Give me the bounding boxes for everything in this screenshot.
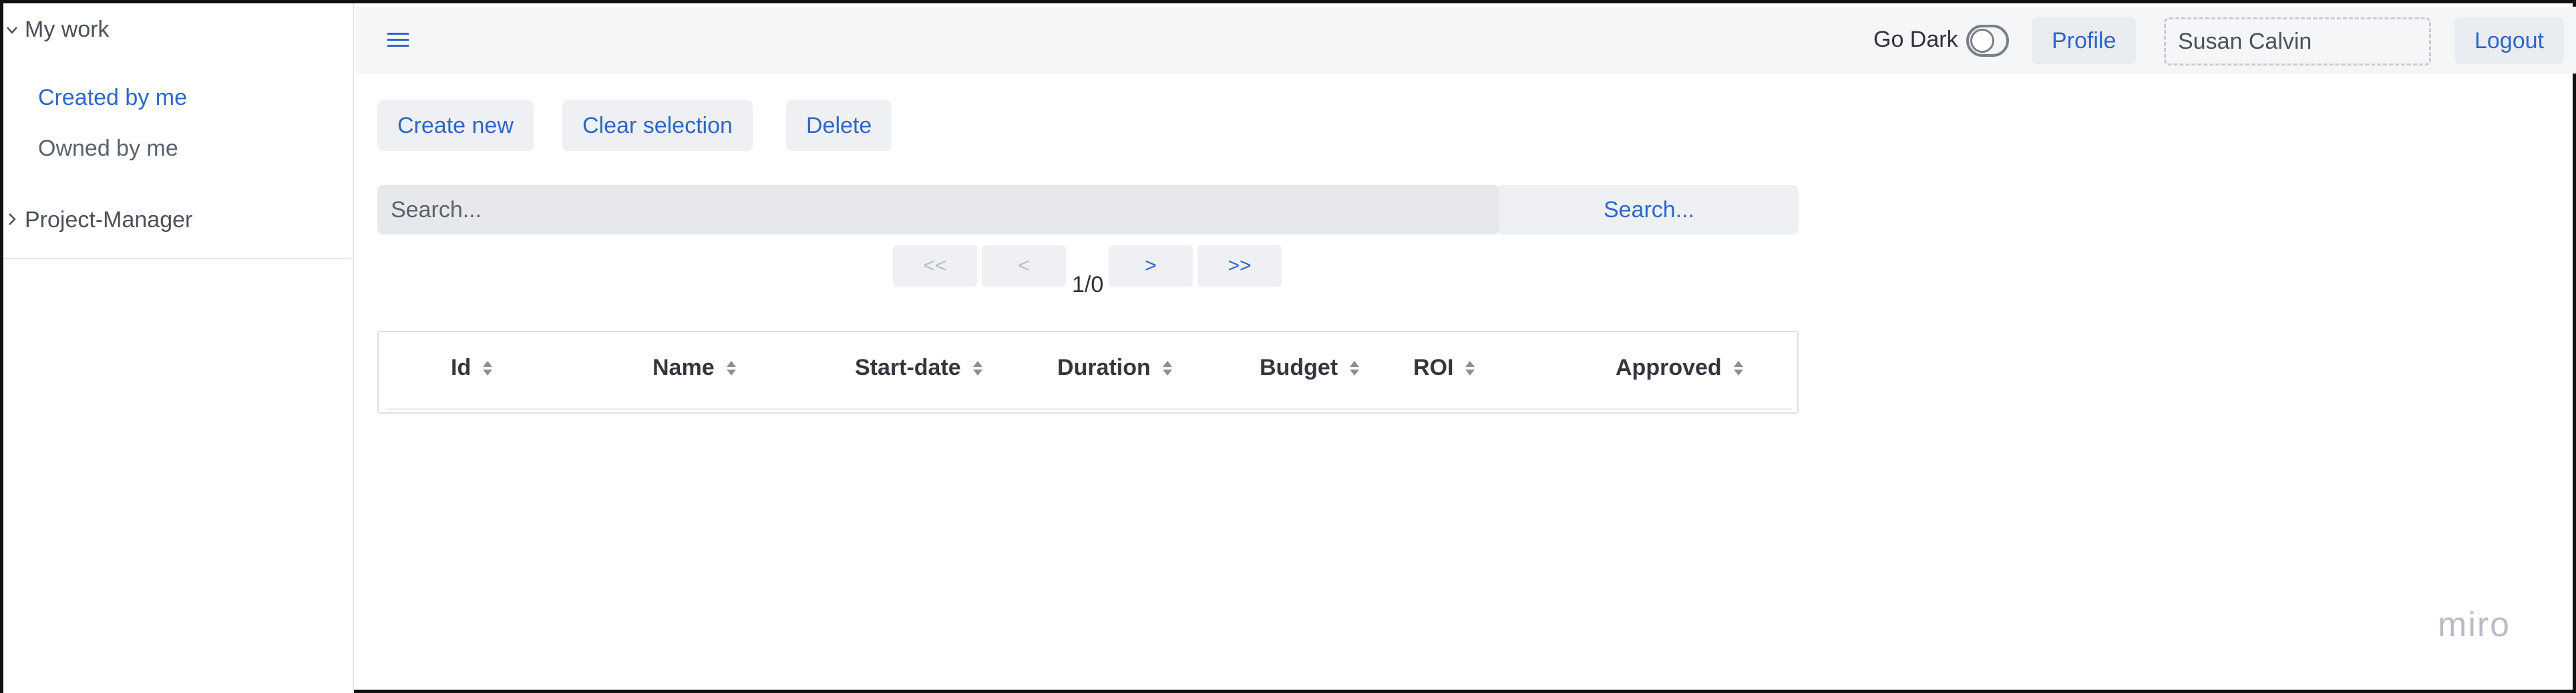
miro-watermark-logo: miro [2438,605,2511,644]
logout-button[interactable]: Logout [2454,17,2564,64]
delete-button[interactable]: Delete [786,100,892,151]
sidebar-group-my-work[interactable]: My work [5,17,110,43]
go-dark-label: Go Dark [1873,27,1958,52]
sidebar-group-project-manager[interactable]: Project-Manager [5,207,192,233]
sidebar: My work Created by me Owned by me Projec… [3,3,354,693]
search-button[interactable]: Search... [1499,185,1799,235]
create-new-button[interactable]: Create new [377,100,534,151]
column-header-approved[interactable]: Approved [1616,355,1744,381]
next-page-button[interactable]: > [1109,245,1193,287]
sort-icon [1733,360,1743,376]
column-label: Duration [1057,355,1151,380]
column-header-id[interactable]: Id [451,355,494,381]
chevron-right-icon [5,211,25,231]
page-indicator: 1/0 [1072,272,1104,297]
top-header: Go Dark Profile Logout [355,7,2576,74]
search-input[interactable] [377,185,1499,235]
profile-button[interactable]: Profile [2032,17,2137,64]
hamburger-icon[interactable] [385,28,411,52]
sidebar-item-owned-by-me[interactable]: Owned by me [38,136,178,162]
column-header-roi[interactable]: ROI [1413,355,1476,381]
projects-table: Id Name Start-date Duration Budget ROI A… [377,331,1799,414]
sort-icon [726,360,736,376]
sort-icon [1350,360,1360,376]
column-label: ROI [1413,355,1454,380]
sidebar-group-label: Project-Manager [25,207,193,233]
first-page-button[interactable]: << [893,245,977,287]
column-label: Id [451,355,472,380]
column-header-budget[interactable]: Budget [1260,355,1360,381]
sidebar-group-label: My work [25,17,110,42]
dark-mode-toggle[interactable] [1966,25,2009,57]
sidebar-item-created-by-me[interactable]: Created by me [38,85,187,111]
column-label: Budget [1260,355,1338,380]
sort-icon [972,360,982,376]
column-label: Approved [1616,355,1722,380]
app-window: My work Created by me Owned by me Projec… [0,0,2576,693]
clear-selection-button[interactable]: Clear selection [562,100,753,151]
table-divider [385,408,1792,410]
sort-icon [483,360,493,376]
sidebar-divider [3,258,351,259]
toggle-knob [1970,29,1994,53]
last-page-button[interactable]: >> [1198,245,1282,287]
column-label: Name [653,355,715,380]
sort-icon [1162,360,1172,376]
chevron-down-icon [5,20,25,40]
user-name-field[interactable] [2164,17,2431,65]
sort-icon [1465,360,1475,376]
column-header-name[interactable]: Name [653,355,737,381]
column-header-start-date[interactable]: Start-date [855,355,984,381]
column-header-duration[interactable]: Duration [1057,355,1173,381]
column-label: Start-date [855,355,961,380]
prev-page-button[interactable]: < [982,245,1066,287]
